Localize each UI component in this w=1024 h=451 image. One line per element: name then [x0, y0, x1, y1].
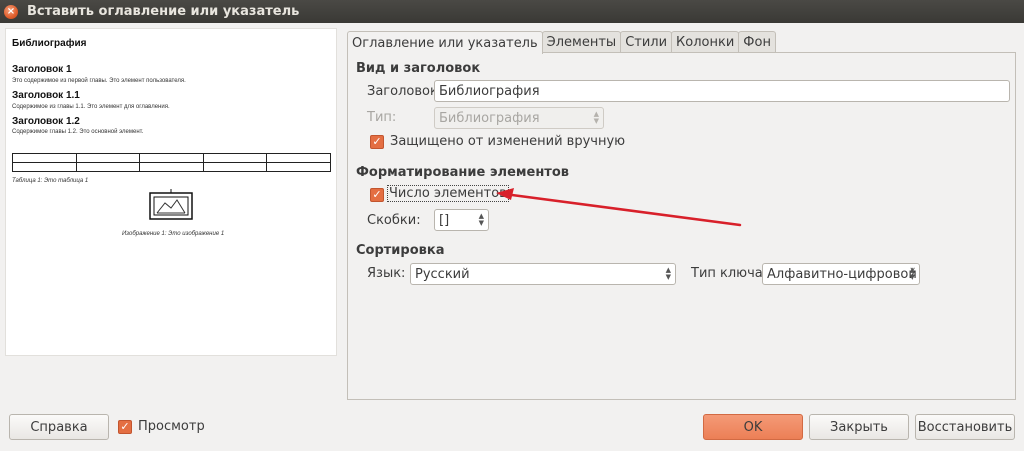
- tab-background[interactable]: Фон: [738, 31, 776, 53]
- preview-picture-icon: [149, 189, 193, 220]
- tab-columns[interactable]: Колонки: [671, 31, 740, 53]
- preview-text-1-1: Содержимое из главы 1.1. Это элемент для…: [12, 104, 170, 110]
- type-label: Тип:: [367, 110, 397, 125]
- preview-table: [12, 153, 331, 172]
- language-label: Язык:: [367, 266, 406, 281]
- key-type-select-value: Алфавитно-цифровой: [767, 266, 917, 282]
- preview-text-1: Это содержимое из первой главы. Это элем…: [12, 78, 186, 84]
- preview-page: Библиография Заголовок 1 Это содержимое …: [5, 28, 337, 356]
- title-label: Заголовок:: [367, 84, 443, 99]
- window-title: Вставить оглавление или указатель: [27, 4, 300, 19]
- close-button[interactable]: Закрыть: [809, 414, 909, 440]
- section-entries: Форматирование элементов: [356, 165, 570, 180]
- tab-styles[interactable]: Стили: [620, 31, 673, 53]
- spin-arrows-icon: ▲ ▼: [593, 110, 599, 125]
- preview-image-caption: Изображение 1: Это изображение 1: [122, 231, 225, 237]
- brackets-select-value: []: [439, 212, 450, 228]
- type-select-value: Библиография: [439, 110, 540, 126]
- reset-button[interactable]: Восстановить: [915, 414, 1015, 440]
- brackets-select[interactable]: [] ▲ ▼: [434, 209, 489, 231]
- preview-heading-1-1: Заголовок 1.1: [12, 90, 80, 101]
- preview-label: Просмотр: [138, 419, 205, 434]
- preview-title: Библиография: [12, 38, 87, 49]
- preview-checkbox[interactable]: ✓: [118, 420, 132, 434]
- ok-button[interactable]: OK: [703, 414, 803, 440]
- brackets-label: Скобки:: [367, 213, 421, 228]
- annotation-arrow-icon: [496, 188, 742, 227]
- spin-arrows-icon: ▲ ▼: [478, 212, 484, 227]
- number-entries-checkbox[interactable]: ✓: [370, 188, 384, 202]
- preview-text-1-2: Содержимое главы 1.2. Это основной элеме…: [12, 129, 144, 135]
- spin-arrows-icon: ▲ ▼: [909, 266, 915, 281]
- section-sort: Сортировка: [356, 243, 445, 258]
- language-select[interactable]: Русский ▲ ▼: [410, 263, 676, 285]
- key-type-select[interactable]: Алфавитно-цифровой ▲ ▼: [762, 263, 920, 285]
- tab-entries[interactable]: Элементы: [541, 31, 622, 53]
- tab-index[interactable]: Оглавление или указатель: [347, 31, 543, 54]
- close-window-button[interactable]: ×: [4, 4, 18, 19]
- preview-heading-1-2: Заголовок 1.2: [12, 116, 80, 127]
- section-type-title: Вид и заголовок: [356, 61, 481, 76]
- preview-table-caption: Таблица 1: Это таблица 1: [12, 178, 89, 184]
- language-select-value: Русский: [415, 266, 470, 282]
- title-input[interactable]: Библиография: [434, 80, 1010, 102]
- preview-heading-1: Заголовок 1: [12, 64, 72, 75]
- type-select[interactable]: Библиография ▲ ▼: [434, 107, 604, 129]
- protected-checkbox[interactable]: ✓: [370, 135, 384, 149]
- protected-label: Защищено от изменений вручную: [390, 134, 626, 149]
- help-button[interactable]: Справка: [9, 414, 109, 440]
- title-input-value: Библиография: [439, 83, 540, 99]
- tab-bar: Оглавление или указатель Элементы Стили …: [347, 31, 776, 54]
- title-bar: × Вставить оглавление или указатель: [0, 0, 1024, 23]
- key-type-label: Тип ключа:: [691, 266, 768, 281]
- spin-arrows-icon: ▲ ▼: [665, 266, 671, 281]
